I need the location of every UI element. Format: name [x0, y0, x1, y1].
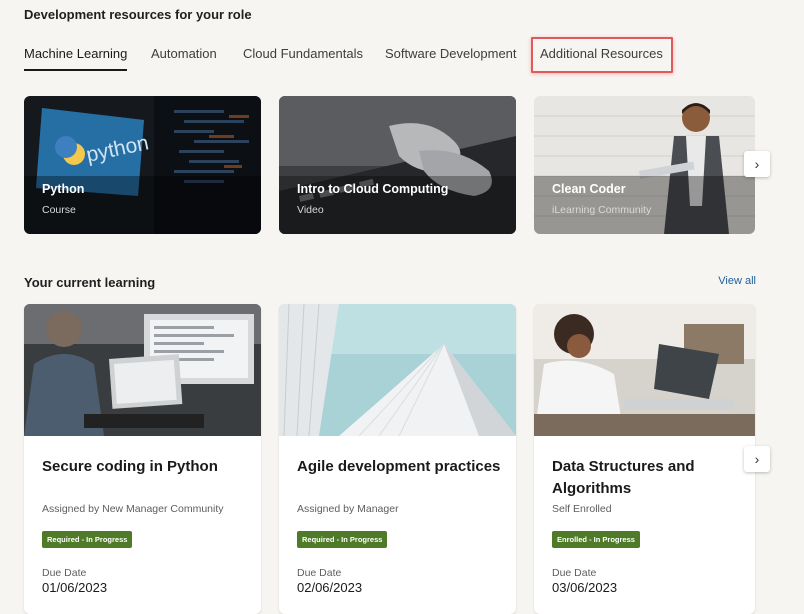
status-badge: Required - In Progress	[297, 531, 388, 548]
building-facade-image	[279, 304, 516, 436]
due-date-value: 01/06/2023	[42, 580, 108, 595]
learning-card-title: Data Structures and Algorithms	[552, 458, 695, 497]
due-date-label: Due Date	[297, 567, 342, 579]
section-title-development-resources: Development resources for your role	[24, 7, 252, 22]
resource-type: Video	[297, 204, 324, 216]
learning-card-assigned: Assigned by Manager	[297, 503, 399, 515]
tab-software-development[interactable]: Software Development	[385, 46, 517, 61]
tab-automation[interactable]: Automation	[151, 46, 217, 61]
learning-card-assigned: Self Enrolled	[552, 503, 612, 515]
status-badge: Enrolled - In Progress	[552, 531, 640, 548]
woman-laptop-image	[534, 304, 755, 436]
developer-monitors-image	[24, 304, 261, 436]
learning-card-secure-coding[interactable]: Secure coding in Python Assigned by New …	[24, 304, 261, 614]
resources-next-button[interactable]: ›	[744, 151, 770, 177]
learning-card-title: Agile development practices	[297, 458, 501, 475]
view-all-link[interactable]: View all	[718, 275, 756, 287]
due-date-label: Due Date	[552, 567, 597, 579]
learning-card-agile[interactable]: Agile development practices Assigned by …	[279, 304, 516, 614]
learning-card-title: Secure coding in Python	[42, 458, 218, 475]
learning-card-assigned: Assigned by New Manager Community	[42, 503, 224, 515]
status-badge: Required - In Progress	[42, 531, 133, 548]
due-date-value: 03/06/2023	[552, 580, 618, 595]
chevron-right-icon: ›	[754, 451, 760, 467]
learning-card-data-structures[interactable]: Data Structures and Algorithms Self Enro…	[534, 304, 755, 614]
tab-cloud-fundamentals[interactable]: Cloud Fundamentals	[243, 46, 363, 61]
active-tab-indicator	[24, 69, 127, 71]
resource-card-python[interactable]: python Python Course	[24, 96, 261, 234]
tab-highlight-outline	[531, 37, 673, 73]
chevron-right-icon: ›	[754, 156, 760, 172]
resource-title: Intro to Cloud Computing	[297, 182, 449, 196]
section-title-current-learning: Your current learning	[24, 275, 156, 290]
resource-card-clean-coder[interactable]: Clean Coder iLearning Community	[534, 96, 755, 234]
learning-next-button[interactable]: ›	[744, 446, 770, 472]
tab-machine-learning[interactable]: Machine Learning	[24, 46, 127, 61]
resource-card-intro-cloud[interactable]: Intro to Cloud Computing Video	[279, 96, 516, 234]
resource-type: iLearning Community	[552, 204, 652, 216]
resource-title: Python	[42, 182, 85, 196]
due-date-value: 02/06/2023	[297, 580, 363, 595]
resource-title: Clean Coder	[552, 182, 626, 196]
due-date-label: Due Date	[42, 567, 87, 579]
resource-type: Course	[42, 204, 76, 216]
